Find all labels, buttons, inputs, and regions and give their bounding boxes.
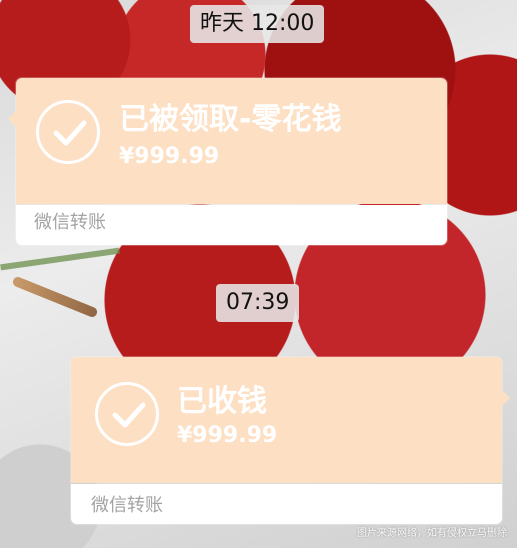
- message-tail-right: [502, 390, 510, 406]
- transfer-amount: ¥999.99: [119, 144, 220, 169]
- transfer-card-received[interactable]: 已被领取-零花钱 ¥999.99 微信转账: [8, 78, 447, 245]
- message-tail-left: [8, 111, 16, 127]
- transfer-card-collected[interactable]: 已收钱 ¥999.99 微信转账: [71, 357, 510, 524]
- transfer-status-title: 已被领取-零花钱: [119, 102, 342, 137]
- timestamp-yesterday: 昨天 12:00: [190, 5, 325, 43]
- timestamp-today: 07:39: [216, 284, 300, 322]
- watermark-text: 图片来源网络，如有侵权立马删除: [357, 528, 507, 539]
- transfer-source-label: 微信转账: [34, 212, 106, 233]
- transfer-source-label: 微信转账: [91, 495, 163, 516]
- transfer-status-title: 已收钱: [177, 384, 267, 419]
- checkmark-icon: [95, 382, 159, 446]
- checkmark-icon: [36, 100, 100, 164]
- transfer-amount: ¥999.99: [177, 423, 278, 448]
